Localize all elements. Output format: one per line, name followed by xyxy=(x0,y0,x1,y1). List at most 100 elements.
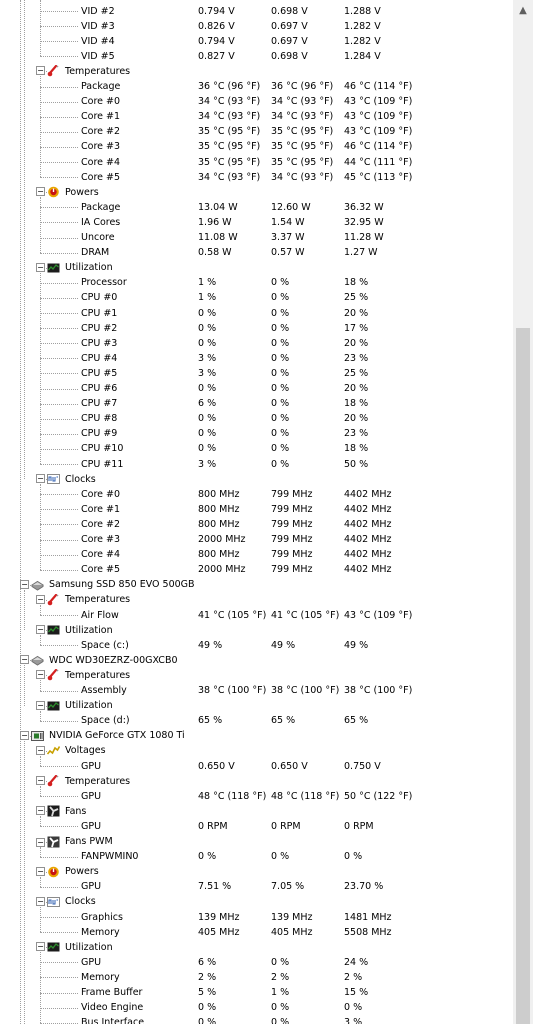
value-maximum: 25 % xyxy=(344,292,369,304)
sensor-group-node[interactable]: − Clocks xyxy=(0,472,513,487)
sensor-row[interactable]: Core #2 800 MHz 799 MHz 4402 MHz xyxy=(0,517,513,532)
collapse-toggle-icon[interactable]: − xyxy=(36,776,45,786)
scroll-thumb[interactable] xyxy=(516,328,530,1024)
sensor-group-node[interactable]: − Fans xyxy=(0,804,513,819)
sensor-row[interactable]: Air Flow 41 °C (105 °F) 41 °C (105 °F) 43 °… xyxy=(0,608,513,623)
device-node[interactable]: − WDC WD30EZRZ-00GXCB0 xyxy=(0,653,513,668)
sensor-group-node[interactable]: − Powers xyxy=(0,864,513,879)
sensor-row[interactable]: CPU #2 0 % 0 % 17 % xyxy=(0,321,513,336)
sensor-row[interactable]: Core #4 35 °C (95 °F) 35 °C (95 °F) 44 °C (… xyxy=(0,155,513,170)
value-maximum: 20 % xyxy=(344,337,369,349)
device-node[interactable]: − NVIDIA GeForce GTX 1080 Ti xyxy=(0,728,513,743)
sensor-row[interactable]: GPU 6 % 0 % 24 % xyxy=(0,955,513,970)
sensor-row[interactable]: Core #3 2000 MHz 799 MHz 4402 MHz xyxy=(0,532,513,547)
sensor-row[interactable]: Bus Interface 0 % 0 % 3 % xyxy=(0,1015,513,1024)
sensor-row[interactable]: VID #5 0.827 V 0.698 V 1.284 V xyxy=(0,49,513,64)
sensor-row[interactable]: Processor 1 % 0 % 18 % xyxy=(0,275,513,290)
sensor-row[interactable]: Space (c:) 49 % 49 % 49 % xyxy=(0,638,513,653)
sensor-row[interactable]: GPU 7.51 % 7.05 % 23.70 % xyxy=(0,879,513,894)
sensor-group-node[interactable]: − Temperatures xyxy=(0,668,513,683)
sensor-row[interactable]: Package 13.04 W 12.60 W 36.32 W xyxy=(0,200,513,215)
sensor-row[interactable]: Core #5 2000 MHz 799 MHz 4402 MHz xyxy=(0,562,513,577)
sensor-row[interactable]: DRAM 0.58 W 0.57 W 1.27 W xyxy=(0,245,513,260)
sensor-row[interactable]: Package 36 °C (96 °F) 36 °C (96 °F) 46 °C (… xyxy=(0,79,513,94)
sensor-row[interactable]: CPU #9 0 % 0 % 23 % xyxy=(0,426,513,441)
sensor-row[interactable]: Video Engine 0 % 0 % 0 % xyxy=(0,1000,513,1015)
scroll-up-arrow-icon[interactable]: ▲ xyxy=(513,0,533,20)
sensor-row[interactable]: CPU #11 3 % 0 % 50 % xyxy=(0,457,513,472)
sensor-row[interactable]: CPU #1 0 % 0 % 20 % xyxy=(0,306,513,321)
sensor-label: Core #4 xyxy=(81,156,121,168)
sensor-row[interactable]: Core #2 35 °C (95 °F) 35 °C (95 °F) 43 °C (… xyxy=(0,124,513,139)
sensor-group-node[interactable]: − Temperatures xyxy=(0,592,513,607)
sensor-row[interactable]: Core #4 800 MHz 799 MHz 4402 MHz xyxy=(0,547,513,562)
sensor-row[interactable]: Core #3 35 °C (95 °F) 35 °C (95 °F) 46 °C (… xyxy=(0,139,513,154)
sensor-group-node[interactable]: − Utilization xyxy=(0,623,513,638)
collapse-toggle-icon[interactable]: − xyxy=(36,263,45,273)
sensor-label: Core #5 xyxy=(81,564,121,576)
collapse-toggle-icon[interactable]: − xyxy=(36,837,45,847)
value-current: 1.96 W xyxy=(198,216,232,228)
drive-icon xyxy=(31,579,44,591)
sensor-row[interactable]: CPU #5 3 % 0 % 25 % xyxy=(0,366,513,381)
device-node[interactable]: − Samsung SSD 850 EVO 500GB xyxy=(0,577,513,592)
value-minimum: 1 % xyxy=(271,987,290,998)
collapse-toggle-icon[interactable]: − xyxy=(36,66,45,76)
sensor-group-node[interactable]: − Voltages xyxy=(0,743,513,758)
sensor-row[interactable]: Core #0 34 °C (93 °F) 34 °C (93 °F) 43 °C (… xyxy=(0,94,513,109)
sensor-row[interactable]: Graphics 139 MHz 139 MHz 1481 MHz xyxy=(0,910,513,925)
collapse-toggle-icon[interactable]: − xyxy=(36,670,45,680)
sensor-row[interactable]: Memory 2 % 2 % 2 % xyxy=(0,970,513,985)
vertical-scrollbar[interactable]: ▲ xyxy=(513,0,533,1024)
sensor-label: CPU #3 xyxy=(81,337,118,349)
sensor-row[interactable]: GPU 0.650 V 0.650 V 0.750 V xyxy=(0,759,513,774)
sensor-row[interactable]: GPU 48 °C (118 °F) 48 °C (118 °F) 50 °C (12… xyxy=(0,789,513,804)
sensor-row[interactable]: Frame Buffer 5 % 1 % 15 % xyxy=(0,985,513,1000)
sensor-group-node[interactable]: − Clocks xyxy=(0,894,513,909)
sensor-row[interactable]: CPU #0 1 % 0 % 25 % xyxy=(0,290,513,305)
sensor-group-node[interactable]: − Powers xyxy=(0,185,513,200)
sensor-row[interactable]: Memory 405 MHz 405 MHz 5508 MHz xyxy=(0,925,513,940)
sensor-row[interactable]: Core #0 800 MHz 799 MHz 4402 MHz xyxy=(0,487,513,502)
sensor-group-node[interactable]: − Temperatures xyxy=(0,64,513,79)
sensor-row[interactable]: GPU 0 RPM 0 RPM 0 RPM xyxy=(0,819,513,834)
collapse-toggle-icon[interactable]: − xyxy=(20,580,29,590)
sensor-row[interactable]: Core #5 34 °C (93 °F) 34 °C (93 °F) 45 °C (… xyxy=(0,170,513,185)
sensor-row[interactable]: CPU #4 3 % 0 % 23 % xyxy=(0,351,513,366)
collapse-toggle-icon[interactable]: − xyxy=(20,731,29,741)
sensor-row[interactable]: VID #3 0.826 V 0.697 V 1.282 V xyxy=(0,19,513,34)
collapse-toggle-icon[interactable]: − xyxy=(36,867,45,877)
sensor-row[interactable]: Space (d:) 65 % 65 % 65 % xyxy=(0,713,513,728)
sensor-group-node[interactable]: − Utilization xyxy=(0,698,513,713)
sensor-group-node[interactable]: − Fans PWM xyxy=(0,834,513,849)
collapse-toggle-icon[interactable]: − xyxy=(36,595,45,605)
sensor-group-node[interactable]: − Utilization xyxy=(0,940,513,955)
collapse-toggle-icon[interactable]: − xyxy=(36,897,45,907)
sensor-row[interactable]: IA Cores 1.96 W 1.54 W 32.95 W xyxy=(0,215,513,230)
sensor-row[interactable]: Assembly 38 °C (100 °F) 38 °C (100 °F) 38 °… xyxy=(0,683,513,698)
collapse-toggle-icon[interactable]: − xyxy=(36,942,45,952)
sensor-row[interactable]: CPU #3 0 % 0 % 20 % xyxy=(0,336,513,351)
sensor-row[interactable]: Uncore 11.08 W 3.37 W 11.28 W xyxy=(0,230,513,245)
sensor-label: CPU #1 xyxy=(81,307,118,319)
sensor-tree[interactable]: VID #2 0.794 V 0.698 V 1.288 V VID #3 0.826 V… xyxy=(0,0,513,1024)
sensor-row[interactable]: VID #4 0.794 V 0.697 V 1.282 V xyxy=(0,34,513,49)
sensor-row[interactable]: FANPWMIN0 0 % 0 % 0 % xyxy=(0,849,513,864)
collapse-toggle-icon[interactable]: − xyxy=(36,701,45,711)
collapse-toggle-icon[interactable]: − xyxy=(36,746,45,756)
sensor-group-node[interactable]: − Utilization xyxy=(0,260,513,275)
value-maximum: 0 % xyxy=(344,851,363,863)
sensor-row[interactable]: CPU #6 0 % 0 % 20 % xyxy=(0,381,513,396)
sensor-row[interactable]: VID #2 0.794 V 0.698 V 1.288 V xyxy=(0,4,513,19)
collapse-toggle-icon[interactable]: − xyxy=(36,474,45,484)
sensor-group-node[interactable]: − Temperatures xyxy=(0,774,513,789)
collapse-toggle-icon[interactable]: − xyxy=(36,187,45,197)
collapse-toggle-icon[interactable]: − xyxy=(36,806,45,816)
collapse-toggle-icon[interactable]: − xyxy=(20,655,29,665)
sensor-row[interactable]: CPU #8 0 % 0 % 20 % xyxy=(0,411,513,426)
sensor-row[interactable]: CPU #7 6 % 0 % 18 % xyxy=(0,396,513,411)
sensor-row[interactable]: CPU #10 0 % 0 % 18 % xyxy=(0,441,513,456)
collapse-toggle-icon[interactable]: − xyxy=(36,625,45,635)
sensor-row[interactable]: Core #1 800 MHz 799 MHz 4402 MHz xyxy=(0,502,513,517)
sensor-row[interactable]: Core #1 34 °C (93 °F) 34 °C (93 °F) 43 °C (… xyxy=(0,109,513,124)
